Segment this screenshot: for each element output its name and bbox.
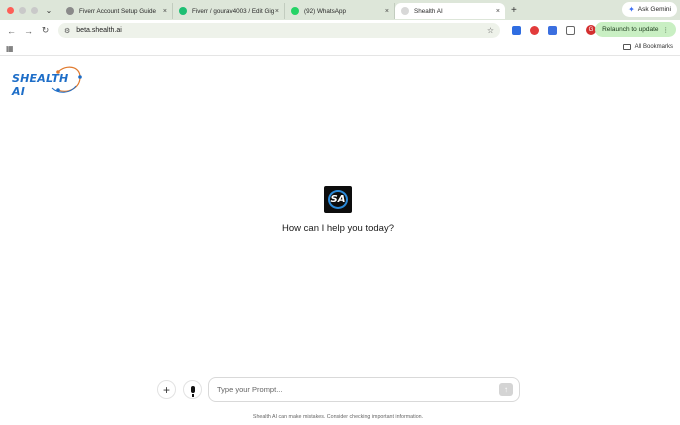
tab-fiverr-setup-guide[interactable]: Fiverr Account Setup Guide × (60, 3, 173, 19)
ask-gemini-button[interactable]: ✦ Ask Gemini (622, 2, 677, 17)
folder-icon (622, 44, 631, 50)
url-text: beta.shealth.ai (76, 27, 122, 34)
all-bookmarks-button[interactable]: All Bookmarks (622, 44, 673, 50)
prompt-input[interactable] (208, 377, 520, 402)
minimize-window-button[interactable] (19, 6, 26, 14)
page-title: How can I help you today? (282, 223, 394, 234)
disclaimer-text: Shealth AI can make mistakes. Consider c… (252, 414, 424, 420)
voice-input-button[interactable] (183, 380, 202, 399)
fiverr-icon (179, 7, 187, 15)
close-window-button[interactable] (7, 6, 14, 14)
tab-strip: ⌄ Fiverr Account Setup Guide × Fiverr / … (0, 0, 680, 20)
arrow-up-icon: ↑ (504, 385, 508, 394)
tab-whatsapp[interactable]: (92) WhatsApp × (285, 3, 395, 19)
logo-text: SHEALTH AI (12, 72, 69, 98)
tab-shealth-ai[interactable]: Shealth AI × (395, 3, 505, 19)
shealth-logo[interactable]: SHEALTH AI (12, 64, 84, 98)
relaunch-to-update-button[interactable]: Relaunch to update ⋮ (595, 22, 676, 37)
extensions-area (512, 26, 575, 35)
extensions-puzzle-icon[interactable] (566, 26, 575, 35)
gemini-sparkle-icon: ✦ (628, 5, 635, 14)
reload-icon[interactable]: ↻ (37, 25, 54, 36)
relaunch-label: Relaunch to update (602, 26, 659, 33)
window-controls (7, 6, 38, 14)
forward-arrow-icon[interactable]: → (20, 26, 37, 36)
more-menu-icon[interactable]: ⋮ (663, 26, 670, 34)
tab-title: Shealth AI (414, 7, 443, 15)
bookmark-star-icon[interactable]: ☆ (487, 26, 494, 35)
maximize-window-button[interactable] (31, 6, 38, 14)
extension-docs-icon[interactable] (512, 26, 521, 35)
apps-grid-icon[interactable]: ▦ (6, 44, 14, 53)
ask-gemini-label: Ask Gemini (637, 6, 671, 13)
tab-title: Fiverr / gourav4003 / Edit Gig (192, 7, 275, 15)
assistant-logo: SA (324, 186, 352, 213)
extension-adblock-icon[interactable] (530, 26, 539, 35)
site-settings-icon[interactable]: ⚙ (64, 27, 70, 35)
plus-icon: + (162, 382, 170, 397)
microphone-icon (190, 386, 195, 397)
address-bar[interactable]: ⚙ beta.shealth.ai ☆ (58, 23, 500, 38)
close-tab-icon[interactable]: × (385, 8, 389, 15)
new-tab-button[interactable]: + (511, 5, 517, 16)
back-arrow-icon[interactable]: ← (3, 26, 20, 36)
browser-toolbar: ← → ↻ ⚙ beta.shealth.ai ☆ G Relaunch to … (0, 20, 680, 41)
globe-icon (66, 7, 74, 15)
whatsapp-icon (291, 7, 299, 15)
send-button[interactable]: ↑ (499, 383, 513, 396)
tab-title: (92) WhatsApp (304, 7, 346, 15)
shealth-favicon-icon (401, 7, 409, 15)
tab-fiverr-edit-gig[interactable]: Fiverr / gourav4003 / Edit Gig × (173, 3, 285, 19)
extension-blue-icon[interactable] (548, 26, 557, 35)
close-tab-icon[interactable]: × (496, 8, 500, 15)
tab-title: Fiverr Account Setup Guide (79, 7, 157, 15)
add-attachment-button[interactable]: + (157, 380, 176, 399)
close-tab-icon[interactable]: × (163, 8, 167, 15)
all-bookmarks-label: All Bookmarks (634, 44, 673, 50)
tab-search-chevron-icon[interactable]: ⌄ (44, 6, 54, 15)
logo-ring (328, 190, 348, 209)
close-tab-icon[interactable]: × (275, 8, 279, 15)
bookmarks-bar: ▦ All Bookmarks (0, 41, 680, 56)
